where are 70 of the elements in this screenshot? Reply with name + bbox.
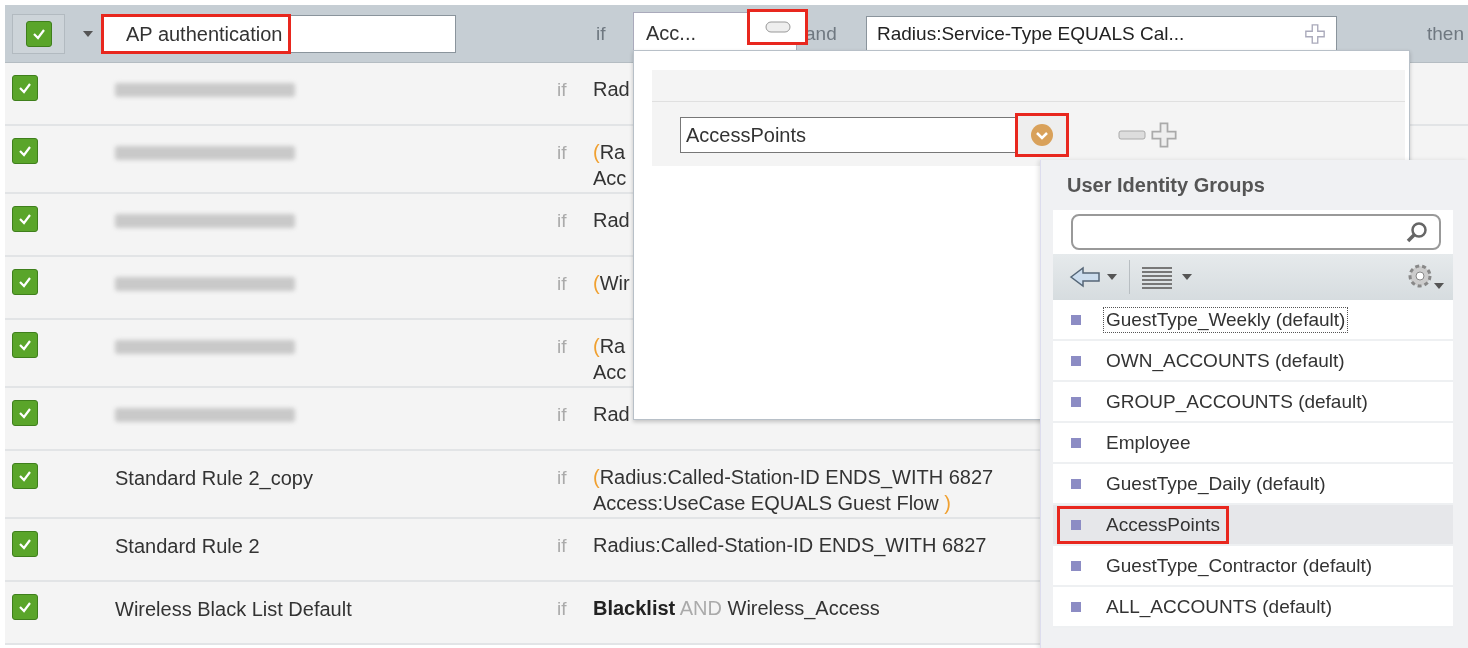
rule-name: Standard Rule 2: [115, 535, 260, 557]
condition-text: (Wir: [593, 271, 630, 296]
group-label: OWN_ACCOUNTS (default): [1105, 348, 1346, 374]
group-label: ALL_ACCOUNTS (default): [1105, 594, 1333, 620]
group-select[interactable]: AccessPoints: [680, 117, 1018, 153]
rule-name: Wireless Black List Default: [115, 598, 352, 620]
then-label: then: [1427, 22, 1464, 45]
group-item[interactable]: OWN_ACCOUNTS (default): [1053, 341, 1453, 382]
group-label: AccessPoints: [1105, 512, 1222, 537]
rule-name-field[interactable]: AP authentication: [103, 14, 456, 53]
group-icon: [1071, 355, 1081, 366]
checkbox[interactable]: [12, 400, 38, 426]
group-label: Employee: [1105, 430, 1192, 455]
group-item[interactable]: Employee: [1053, 423, 1453, 464]
group-item[interactable]: AccessPoints: [1053, 505, 1453, 546]
group-icon: [1071, 560, 1081, 571]
search-icon[interactable]: [1405, 220, 1429, 244]
condition-field[interactable]: Radius:Service-Type EQUALS Cal...: [866, 15, 1337, 52]
checkbox[interactable]: [12, 138, 38, 164]
group-label: GuestType_Contractor (default): [1105, 553, 1374, 579]
group-item[interactable]: GuestType_Weekly (default): [1053, 300, 1453, 341]
condition-text: Blacklist AND Wireless_Access: [593, 596, 880, 621]
back-arrow-icon[interactable]: [1069, 265, 1119, 289]
if-label: if: [557, 79, 567, 100]
condition-text: Rad: [593, 77, 630, 102]
if-label: if: [557, 467, 567, 488]
condition-text: Acc: [593, 360, 627, 385]
rule-name-value: AP authentication: [104, 16, 289, 51]
group-item[interactable]: GuestType_Contractor (default): [1053, 546, 1453, 587]
checkbox[interactable]: [12, 594, 38, 620]
chevron-icon: [1030, 123, 1054, 147]
condition-text: (Ra: [593, 140, 626, 165]
if-label: if: [557, 142, 567, 163]
checkbox[interactable]: [12, 463, 38, 489]
caret-icon[interactable]: [83, 30, 93, 37]
if-label: if: [596, 22, 606, 45]
search-field[interactable]: [1071, 214, 1441, 250]
condition-text: (Ra: [593, 334, 626, 359]
if-label: if: [557, 210, 567, 231]
condition-text: Access:UseCase EQUALS Guest Flow ): [593, 491, 951, 516]
group-icon: [1071, 437, 1081, 448]
if-label: if: [557, 535, 567, 556]
checkbox[interactable]: [12, 269, 38, 295]
group-item[interactable]: ALL_ACCOUNTS (default): [1053, 587, 1453, 628]
checkbox[interactable]: [12, 531, 38, 557]
condition-text: Radius:Called-Station-ID ENDS_WITH 6827: [593, 533, 987, 558]
checkbox[interactable]: [25, 20, 52, 47]
group-icon: [1071, 478, 1081, 489]
group-icon: [1071, 601, 1081, 612]
group-icon: [1071, 396, 1081, 407]
group-icon: [1071, 519, 1081, 530]
rule-name: Standard Rule 2_copy: [115, 467, 313, 489]
condition-text: Rad: [593, 402, 630, 427]
group-label: GuestType_Daily (default): [1105, 471, 1327, 497]
checkbox[interactable]: [12, 206, 38, 232]
checkbox[interactable]: [12, 75, 38, 101]
condition-text: (Radius:Called-Station-ID ENDS_WITH 6827: [593, 465, 994, 490]
condition-text: Rad: [593, 208, 630, 233]
minus-icon: [764, 21, 791, 33]
checkbox[interactable]: [12, 332, 38, 358]
if-label: if: [557, 598, 567, 619]
if-label: if: [557, 404, 567, 425]
group-label: GROUP_ACCOUNTS (default): [1105, 389, 1369, 415]
group-icon: [1071, 314, 1081, 325]
panel-title: User Identity Groups: [1066, 173, 1266, 198]
if-label: if: [557, 336, 567, 357]
if-label: if: [557, 273, 567, 294]
condition-text: Acc: [593, 166, 627, 191]
group-label: GuestType_Weekly (default): [1103, 306, 1349, 333]
group-item[interactable]: GROUP_ACCOUNTS (default): [1053, 382, 1453, 423]
